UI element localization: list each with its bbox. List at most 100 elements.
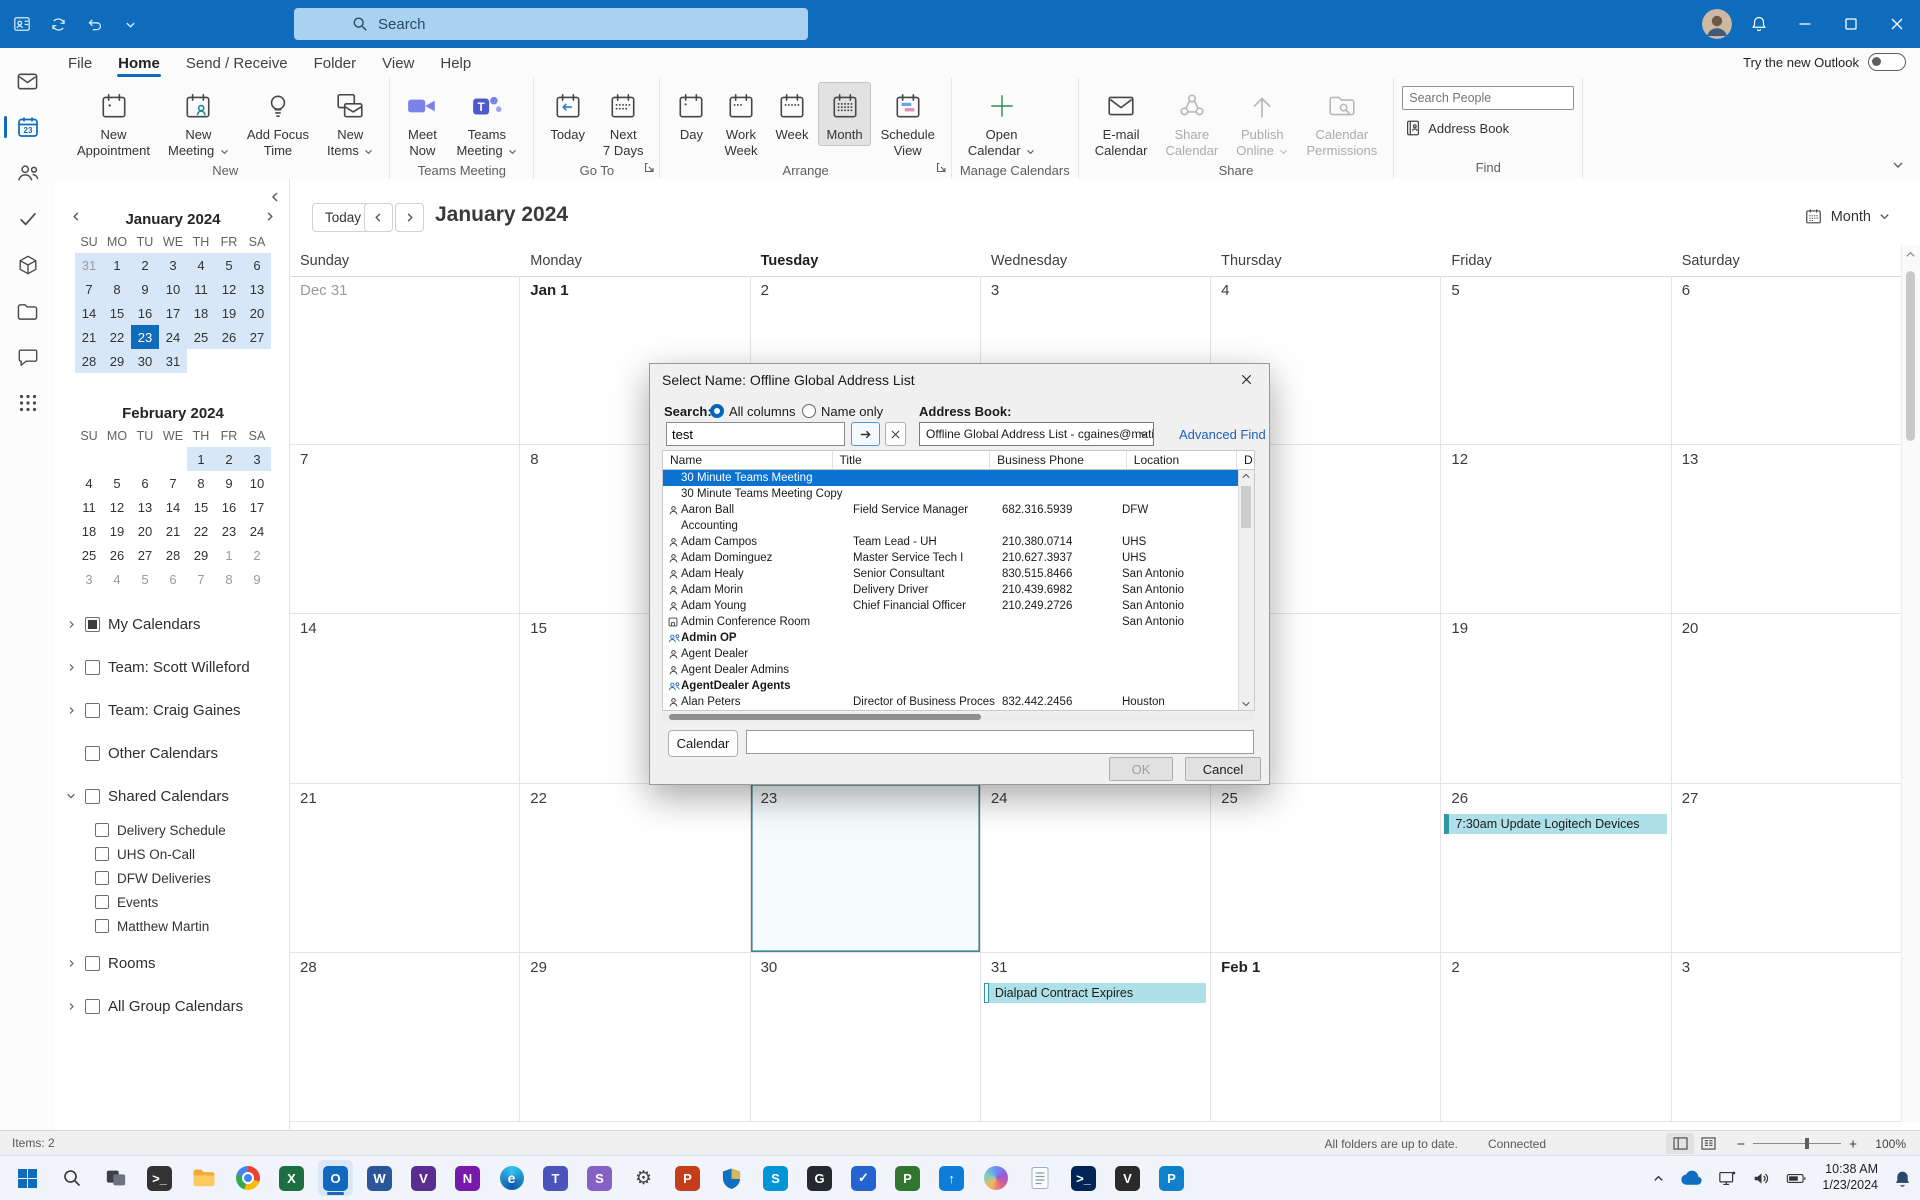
- chevron-right-icon[interactable]: [65, 706, 77, 715]
- rail-item-mail[interactable]: [0, 58, 55, 104]
- hscroll-thumb[interactable]: [669, 714, 981, 720]
- address-row-admin-conference-room[interactable]: Admin Conference RoomSan Antonio: [663, 614, 1254, 630]
- mini-cal-day[interactable]: 8: [215, 567, 243, 591]
- day-cell-29[interactable]: 29: [520, 953, 750, 1122]
- address-row-alan-peters[interactable]: Alan PetersDirector of Business Proces83…: [663, 694, 1254, 710]
- address-row-adam-young[interactable]: Adam YoungChief Financial Officer210.249…: [663, 598, 1254, 614]
- mini-cal-day[interactable]: 6: [159, 567, 187, 591]
- checkbox-other-calendars[interactable]: [85, 746, 100, 761]
- day-cell-21[interactable]: 21: [290, 784, 520, 953]
- taskbar-terminal-icon[interactable]: >_: [142, 1160, 177, 1196]
- checkbox-dfw-deliveries[interactable]: [95, 871, 109, 885]
- taskbar-teams-icon[interactable]: T: [538, 1160, 573, 1196]
- clear-search-button[interactable]: [885, 422, 906, 446]
- radio-all-columns[interactable]: [710, 404, 724, 418]
- today-button[interactable]: Today: [542, 82, 593, 146]
- taskbar-search-icon[interactable]: [54, 1160, 89, 1196]
- mini-cal-day[interactable]: 29: [187, 543, 215, 567]
- tab-help[interactable]: Help: [427, 51, 484, 78]
- mini-cal-day[interactable]: 10: [243, 471, 271, 495]
- rail-item-tasks[interactable]: [0, 196, 55, 242]
- taskbar-outlook-icon[interactable]: O: [318, 1160, 353, 1196]
- mini-cal-day[interactable]: 11: [187, 277, 215, 301]
- address-row-30-minute-teams-meeting[interactable]: 30 Minute Teams Meeting: [663, 470, 1254, 486]
- taskbar-word-icon[interactable]: W: [362, 1160, 397, 1196]
- mini-cal-day[interactable]: 4: [75, 471, 103, 495]
- day-cell-5[interactable]: 5: [1441, 276, 1671, 445]
- mini-cal-day[interactable]: 9: [243, 567, 271, 591]
- mini-cal-day[interactable]: 7: [187, 567, 215, 591]
- mini-cal-day[interactable]: 31: [159, 349, 187, 373]
- zoom-thumb[interactable]: [1805, 1138, 1809, 1149]
- hidden-icons-chevron-icon[interactable]: [1652, 1172, 1665, 1185]
- mini-cal-day[interactable]: 12: [103, 495, 131, 519]
- dialog-launcher-icon[interactable]: [644, 162, 655, 173]
- close-button[interactable]: [1874, 0, 1920, 48]
- mini-cal-day[interactable]: 19: [103, 519, 131, 543]
- sidebar-group-other-calendars[interactable]: Other Calendars: [65, 738, 283, 768]
- name-search-input[interactable]: [666, 422, 845, 446]
- zoom-in-icon[interactable]: [1848, 1139, 1858, 1149]
- mini-cal-day[interactable]: 31: [75, 253, 103, 277]
- mini-cal-day[interactable]: 25: [75, 543, 103, 567]
- chevron-down-icon[interactable]: [65, 791, 77, 801]
- previous-month-button[interactable]: [364, 203, 393, 232]
- mini-cal-day[interactable]: 6: [243, 253, 271, 277]
- mini-cal-day[interactable]: 3: [243, 447, 271, 471]
- mini-cal-day[interactable]: 2: [243, 543, 271, 567]
- address-row-adam-campos[interactable]: Adam CamposTeam Lead - UH210.380.0714UHS: [663, 534, 1254, 550]
- month-button[interactable]: Month: [818, 82, 870, 146]
- mini-cal-day[interactable]: 19: [215, 301, 243, 325]
- taskbar-file-explorer-icon[interactable]: [186, 1160, 221, 1196]
- mini-cal-day[interactable]: 3: [159, 253, 187, 277]
- checkbox-all-group-calendars[interactable]: [85, 999, 100, 1014]
- calendar-event-7-30am-update-logitech-devices[interactable]: 7:30am Update Logitech Devices: [1444, 814, 1666, 834]
- collapse-sidebar-chevron-icon[interactable]: [269, 191, 281, 203]
- column-header-location[interactable]: Location: [1127, 451, 1237, 469]
- mini-cal-day[interactable]: 17: [159, 301, 187, 325]
- vscroll-thumb[interactable]: [1241, 486, 1251, 528]
- column-header-business-phone[interactable]: Business Phone: [990, 451, 1127, 469]
- mini-cal-day[interactable]: 7: [75, 277, 103, 301]
- day-cell-feb-1[interactable]: Feb 1: [1211, 953, 1441, 1122]
- radio-name-only[interactable]: [802, 404, 816, 418]
- mini-cal-day[interactable]: 28: [159, 543, 187, 567]
- rail-item-apps[interactable]: [0, 380, 55, 426]
- search-people-input[interactable]: [1402, 86, 1574, 110]
- day-cell-7[interactable]: 7: [290, 445, 520, 614]
- next-month-button[interactable]: [395, 203, 424, 232]
- address-row-admin-op[interactable]: Admin OP: [663, 630, 1254, 646]
- mini-cal-day[interactable]: 21: [75, 325, 103, 349]
- day-cell-19[interactable]: 19: [1441, 614, 1671, 783]
- mini-cal-day[interactable]: 16: [215, 495, 243, 519]
- battery-icon[interactable]: [1786, 1171, 1807, 1186]
- mini-cal-day[interactable]: 21: [159, 519, 187, 543]
- cancel-button[interactable]: Cancel: [1185, 757, 1261, 781]
- mini-cal-day[interactable]: 5: [131, 567, 159, 591]
- address-row-adam-dominguez[interactable]: Adam DominguezMaster Service Tech I210.6…: [663, 550, 1254, 566]
- address-row-accounting[interactable]: Accounting: [663, 518, 1254, 534]
- rail-item-groups[interactable]: [0, 242, 55, 288]
- meet-now-button[interactable]: MeetNow: [398, 82, 446, 162]
- taskbar-onenote-icon[interactable]: N: [450, 1160, 485, 1196]
- taskbar-copilot-icon[interactable]: [978, 1160, 1013, 1196]
- calendar-event-dialpad-contract-expires[interactable]: Dialpad Contract Expires: [984, 983, 1206, 1003]
- work-week-button[interactable]: WorkWeek: [716, 82, 765, 162]
- mini-cal-day[interactable]: 24: [159, 325, 187, 349]
- address-list-header[interactable]: NameTitleBusiness PhoneLocationD: [662, 450, 1255, 470]
- radio-name-only-label[interactable]: Name only: [821, 404, 883, 419]
- search-bar[interactable]: Search: [294, 8, 808, 40]
- scrollbar-thumb[interactable]: [1906, 271, 1915, 441]
- sidebar-calendar-matthew-martin[interactable]: Matthew Martin: [95, 914, 283, 938]
- rail-item-people[interactable]: [0, 150, 55, 196]
- email-calendar-button[interactable]: E-mailCalendar: [1087, 82, 1156, 162]
- rail-item-folders[interactable]: [0, 288, 55, 334]
- tab-send-receive[interactable]: Send / Receive: [173, 51, 301, 78]
- day-cell-2[interactable]: 2: [1441, 953, 1671, 1122]
- mini-cal-day[interactable]: 18: [75, 519, 103, 543]
- mini-cal-day[interactable]: 14: [159, 495, 187, 519]
- mini-cal-prev-icon[interactable]: [71, 211, 82, 222]
- checkbox-team-craig-gaines[interactable]: [85, 703, 100, 718]
- reading-view-button[interactable]: [1694, 1133, 1722, 1154]
- calendar-recipient-button[interactable]: Calendar: [668, 730, 738, 757]
